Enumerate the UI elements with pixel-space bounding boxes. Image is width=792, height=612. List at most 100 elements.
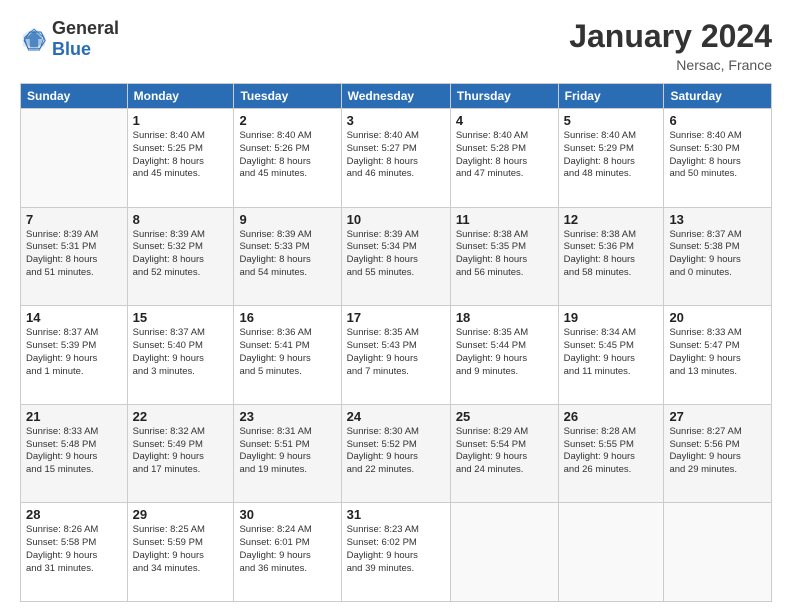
calendar-table: Sunday Monday Tuesday Wednesday Thursday… bbox=[20, 83, 772, 602]
day-info: Sunrise: 8:40 AM Sunset: 5:30 PM Dayligh… bbox=[669, 130, 766, 181]
calendar-page: General Blue January 2024 Nersac, France… bbox=[0, 0, 792, 612]
cell-w3-d5: 18Sunrise: 8:35 AM Sunset: 5:44 PM Dayli… bbox=[450, 306, 558, 405]
cell-w1-d6: 5 Sunrise: 8:40 AM Sunset: 5:29 PM Daylig… bbox=[558, 109, 664, 208]
day-number: 30 bbox=[239, 507, 335, 522]
day-number: 22 bbox=[133, 409, 229, 424]
header-sunday: Sunday bbox=[21, 84, 128, 109]
cell-w4-d7: 27Sunrise: 8:27 AM Sunset: 5:56 PM Dayli… bbox=[664, 404, 772, 503]
day-number: 31 bbox=[347, 507, 445, 522]
cell-w2-d2: 8 Sunrise: 8:39 AM Sunset: 5:32 PM Daylig… bbox=[127, 207, 234, 306]
header: General Blue January 2024 Nersac, France bbox=[20, 18, 772, 73]
day-number: 1 bbox=[133, 113, 229, 128]
cell-w4-d1: 21 Sunrise: 8:33 AM Sunset: 5:48 PM Dayli… bbox=[21, 404, 128, 503]
cell-w4-d3: 23 Sunrise: 8:31 AM Sunset: 5:51 PM Dayli… bbox=[234, 404, 341, 503]
day-info: Sunrise: 8:36 AM Sunset: 5:41 PM Dayligh… bbox=[239, 327, 335, 378]
cell-w5-d2: 29 Sunrise: 8:25 AM Sunset: 5:59 PM Dayli… bbox=[127, 503, 234, 602]
weekday-header-row: Sunday Monday Tuesday Wednesday Thursday… bbox=[21, 84, 772, 109]
day-number: 10 bbox=[347, 212, 445, 227]
logo-general: General bbox=[52, 18, 119, 38]
cell-w2-d5: 11 Sunrise: 8:38 AM Sunset: 5:35 PM Dayli… bbox=[450, 207, 558, 306]
day-info: Sunrise: 8:37 AM Sunset: 5:39 PM Dayligh… bbox=[26, 327, 122, 378]
cell-w5-d4: 31Sunrise: 8:23 AM Sunset: 6:02 PM Dayli… bbox=[341, 503, 450, 602]
day-number: 20 bbox=[669, 310, 766, 325]
day-number: 8 bbox=[133, 212, 229, 227]
cell-w4-d2: 22 Sunrise: 8:32 AM Sunset: 5:49 PM Dayli… bbox=[127, 404, 234, 503]
day-number: 28 bbox=[26, 507, 122, 522]
day-info: Sunrise: 8:38 AM Sunset: 5:36 PM Dayligh… bbox=[564, 229, 659, 280]
day-number: 5 bbox=[564, 113, 659, 128]
day-number: 29 bbox=[133, 507, 229, 522]
cell-w5-d3: 30 Sunrise: 8:24 AM Sunset: 6:01 PM Dayli… bbox=[234, 503, 341, 602]
day-info: Sunrise: 8:31 AM Sunset: 5:51 PM Dayligh… bbox=[239, 426, 335, 477]
week-row-5: 28Sunrise: 8:26 AM Sunset: 5:58 PM Dayli… bbox=[21, 503, 772, 602]
day-info: Sunrise: 8:39 AM Sunset: 5:33 PM Dayligh… bbox=[239, 229, 335, 280]
day-info: Sunrise: 8:40 AM Sunset: 5:29 PM Dayligh… bbox=[564, 130, 659, 181]
cell-w1-d2: 1 Sunrise: 8:40 AM Sunset: 5:25 PM Daylig… bbox=[127, 109, 234, 208]
day-number: 25 bbox=[456, 409, 553, 424]
cell-w1-d1 bbox=[21, 109, 128, 208]
day-number: 26 bbox=[564, 409, 659, 424]
cell-w3-d6: 19Sunrise: 8:34 AM Sunset: 5:45 PM Dayli… bbox=[558, 306, 664, 405]
cell-w5-d6 bbox=[558, 503, 664, 602]
header-monday: Monday bbox=[127, 84, 234, 109]
day-info: Sunrise: 8:30 AM Sunset: 5:52 PM Dayligh… bbox=[347, 426, 445, 477]
day-number: 15 bbox=[133, 310, 229, 325]
day-info: Sunrise: 8:40 AM Sunset: 5:26 PM Dayligh… bbox=[239, 130, 335, 181]
day-info: Sunrise: 8:37 AM Sunset: 5:40 PM Dayligh… bbox=[133, 327, 229, 378]
cell-w3-d2: 15 Sunrise: 8:37 AM Sunset: 5:40 PM Dayli… bbox=[127, 306, 234, 405]
day-number: 9 bbox=[239, 212, 335, 227]
cell-w2-d3: 9 Sunrise: 8:39 AM Sunset: 5:33 PM Daylig… bbox=[234, 207, 341, 306]
day-number: 24 bbox=[347, 409, 445, 424]
day-number: 2 bbox=[239, 113, 335, 128]
day-number: 21 bbox=[26, 409, 122, 424]
week-row-4: 21 Sunrise: 8:33 AM Sunset: 5:48 PM Dayli… bbox=[21, 404, 772, 503]
day-info: Sunrise: 8:24 AM Sunset: 6:01 PM Dayligh… bbox=[239, 524, 335, 575]
cell-w2-d6: 12Sunrise: 8:38 AM Sunset: 5:36 PM Dayli… bbox=[558, 207, 664, 306]
header-saturday: Saturday bbox=[664, 84, 772, 109]
cell-w5-d1: 28Sunrise: 8:26 AM Sunset: 5:58 PM Dayli… bbox=[21, 503, 128, 602]
week-row-1: 1 Sunrise: 8:40 AM Sunset: 5:25 PM Daylig… bbox=[21, 109, 772, 208]
logo: General Blue bbox=[20, 18, 119, 60]
cell-w3-d7: 20Sunrise: 8:33 AM Sunset: 5:47 PM Dayli… bbox=[664, 306, 772, 405]
day-number: 23 bbox=[239, 409, 335, 424]
day-info: Sunrise: 8:39 AM Sunset: 5:32 PM Dayligh… bbox=[133, 229, 229, 280]
cell-w3-d4: 17 Sunrise: 8:35 AM Sunset: 5:43 PM Dayli… bbox=[341, 306, 450, 405]
week-row-3: 14Sunrise: 8:37 AM Sunset: 5:39 PM Dayli… bbox=[21, 306, 772, 405]
day-number: 11 bbox=[456, 212, 553, 227]
cell-w4-d6: 26 Sunrise: 8:28 AM Sunset: 5:55 PM Dayli… bbox=[558, 404, 664, 503]
day-info: Sunrise: 8:35 AM Sunset: 5:43 PM Dayligh… bbox=[347, 327, 445, 378]
day-number: 3 bbox=[347, 113, 445, 128]
day-info: Sunrise: 8:39 AM Sunset: 5:34 PM Dayligh… bbox=[347, 229, 445, 280]
logo-text: General Blue bbox=[52, 18, 119, 60]
header-wednesday: Wednesday bbox=[341, 84, 450, 109]
day-info: Sunrise: 8:33 AM Sunset: 5:48 PM Dayligh… bbox=[26, 426, 122, 477]
day-info: Sunrise: 8:40 AM Sunset: 5:25 PM Dayligh… bbox=[133, 130, 229, 181]
header-tuesday: Tuesday bbox=[234, 84, 341, 109]
cell-w3-d3: 16 Sunrise: 8:36 AM Sunset: 5:41 PM Dayli… bbox=[234, 306, 341, 405]
cell-w1-d3: 2 Sunrise: 8:40 AM Sunset: 5:26 PM Daylig… bbox=[234, 109, 341, 208]
cell-w2-d4: 10 Sunrise: 8:39 AM Sunset: 5:34 PM Dayli… bbox=[341, 207, 450, 306]
title-block: January 2024 Nersac, France bbox=[569, 18, 772, 73]
cell-w5-d7 bbox=[664, 503, 772, 602]
day-number: 4 bbox=[456, 113, 553, 128]
day-info: Sunrise: 8:28 AM Sunset: 5:55 PM Dayligh… bbox=[564, 426, 659, 477]
day-info: Sunrise: 8:40 AM Sunset: 5:28 PM Dayligh… bbox=[456, 130, 553, 181]
day-info: Sunrise: 8:29 AM Sunset: 5:54 PM Dayligh… bbox=[456, 426, 553, 477]
day-info: Sunrise: 8:34 AM Sunset: 5:45 PM Dayligh… bbox=[564, 327, 659, 378]
day-info: Sunrise: 8:35 AM Sunset: 5:44 PM Dayligh… bbox=[456, 327, 553, 378]
day-number: 17 bbox=[347, 310, 445, 325]
month-title: January 2024 bbox=[569, 18, 772, 55]
cell-w1-d4: 3Sunrise: 8:40 AM Sunset: 5:27 PM Daylig… bbox=[341, 109, 450, 208]
day-number: 16 bbox=[239, 310, 335, 325]
location: Nersac, France bbox=[569, 57, 772, 73]
day-info: Sunrise: 8:32 AM Sunset: 5:49 PM Dayligh… bbox=[133, 426, 229, 477]
cell-w4-d5: 25 Sunrise: 8:29 AM Sunset: 5:54 PM Dayli… bbox=[450, 404, 558, 503]
logo-icon bbox=[20, 25, 48, 53]
cell-w4-d4: 24 Sunrise: 8:30 AM Sunset: 5:52 PM Dayli… bbox=[341, 404, 450, 503]
cell-w1-d7: 6Sunrise: 8:40 AM Sunset: 5:30 PM Daylig… bbox=[664, 109, 772, 208]
header-friday: Friday bbox=[558, 84, 664, 109]
cell-w2-d7: 13Sunrise: 8:37 AM Sunset: 5:38 PM Dayli… bbox=[664, 207, 772, 306]
day-number: 27 bbox=[669, 409, 766, 424]
day-info: Sunrise: 8:38 AM Sunset: 5:35 PM Dayligh… bbox=[456, 229, 553, 280]
day-info: Sunrise: 8:25 AM Sunset: 5:59 PM Dayligh… bbox=[133, 524, 229, 575]
